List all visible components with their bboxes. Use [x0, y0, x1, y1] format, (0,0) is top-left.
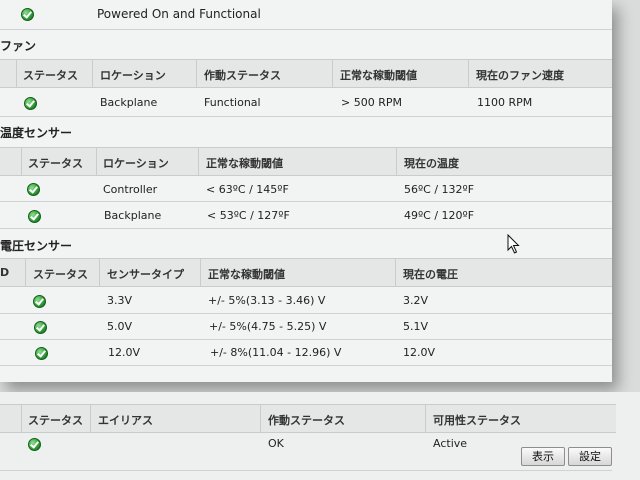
volt-header-status: ステータス: [33, 268, 88, 281]
environment-panel: Powered On and Functional ファン ステータス ロケーシ…: [0, 0, 612, 382]
temp-threshold: < 53ºC / 127ºF: [207, 209, 290, 222]
status-ok-icon: [24, 97, 37, 110]
status-ok-icon: [33, 295, 46, 308]
status-ok-icon: [21, 8, 34, 21]
temp-header-status: ステータス: [28, 157, 83, 170]
column-separator: [332, 60, 333, 87]
status-ok-icon: [28, 438, 41, 451]
volt-header-current: 現在の電圧: [403, 268, 458, 281]
disk-table-header: ステータス エイリアス 作動ステータス 可用性ステータス: [0, 404, 616, 433]
divider: [0, 339, 612, 340]
volt-header-type: センサータイプ: [107, 268, 184, 281]
column-separator: [198, 148, 199, 175]
status-ok-icon: [34, 321, 47, 334]
column-separator: [196, 60, 197, 87]
temp-header-location: ロケーション: [103, 157, 169, 170]
fans-header-status: ステータス: [23, 69, 78, 82]
column-separator: [395, 259, 396, 286]
temp-threshold: < 63ºC / 145ºF: [206, 183, 289, 196]
column-separator: [92, 60, 93, 87]
column-separator: [96, 148, 97, 175]
temperature-section-title: 温度センサー: [0, 126, 73, 140]
power-status-text: Powered On and Functional: [97, 7, 261, 21]
column-separator: [396, 148, 397, 175]
column-separator: [468, 60, 469, 87]
voltage-table-header: D ステータス センサータイプ 正常な稼動閾値 現在の電圧: [0, 258, 612, 287]
fans-header-threshold: 正常な稼動閾値: [340, 69, 417, 82]
temp-header-threshold: 正常な稼動閾値: [206, 157, 283, 170]
temp-current: 56ºC / 132ºF: [404, 183, 475, 196]
divider: [0, 228, 612, 229]
fan-operational: Functional: [204, 96, 261, 109]
divider: [0, 29, 612, 30]
fans-header-operational: 作動ステータス: [204, 69, 281, 82]
column-separator: [21, 405, 22, 432]
disk-operational: OK: [268, 437, 284, 450]
temperature-table-header: ステータス ロケーション 正常な稼動閾値 現在の温度: [0, 147, 612, 176]
column-separator: [200, 259, 201, 286]
divider: [0, 365, 612, 366]
volt-threshold: +/- 8%(11.04 - 12.96) V: [210, 346, 342, 359]
volt-current: 5.1V: [403, 320, 429, 333]
mouse-pointer-icon: [507, 234, 520, 254]
volt-header-threshold: 正常な稼動閾値: [208, 268, 285, 281]
show-button[interactable]: 表示: [521, 447, 565, 466]
temp-location: Backplane: [104, 209, 162, 222]
disk-header-alias: エイリアス: [98, 414, 153, 427]
voltage-section-title: 電圧センサー: [0, 239, 73, 253]
column-separator: [260, 405, 261, 432]
status-ok-icon: [35, 347, 48, 360]
column-separator: [21, 148, 22, 175]
fan-location: Backplane: [100, 96, 158, 109]
status-ok-icon: [28, 210, 41, 223]
column-separator: [425, 405, 426, 432]
status-ok-icon: [27, 183, 40, 196]
settings-button[interactable]: 設定: [568, 447, 612, 466]
divider: [0, 313, 612, 314]
disk-panel: ステータス エイリアス 作動ステータス 可用性ステータス: [0, 392, 640, 480]
temp-current: 49ºC / 120ºF: [404, 209, 475, 222]
column-separator: [25, 259, 26, 286]
temp-header-current: 現在の温度: [404, 157, 459, 170]
disk-header-availability: 可用性ステータス: [433, 414, 521, 427]
divider: [0, 201, 612, 202]
fan-threshold: > 500 RPM: [341, 96, 402, 109]
divider: [0, 116, 612, 117]
fans-header-speed: 現在のファン速度: [476, 69, 564, 82]
disk-availability: Active: [433, 437, 468, 450]
disk-header-operational: 作動ステータス: [268, 414, 345, 427]
column-separator: [90, 405, 91, 432]
column-separator: [16, 60, 17, 87]
volt-header-id: D: [0, 266, 10, 279]
volt-type: 3.3V: [107, 294, 133, 307]
column-separator: [99, 259, 100, 286]
volt-type: 12.0V: [108, 346, 141, 359]
volt-current: 12.0V: [403, 346, 436, 359]
temp-location: Controller: [103, 183, 158, 196]
fans-header-location: ロケーション: [100, 69, 166, 82]
volt-current: 3.2V: [403, 294, 429, 307]
disk-header-status: ステータス: [28, 414, 83, 427]
divider: [0, 470, 612, 471]
volt-threshold: +/- 5%(3.13 - 3.46) V: [208, 294, 326, 307]
fans-section-title: ファン: [0, 39, 37, 53]
volt-type: 5.0V: [107, 320, 133, 333]
volt-threshold: +/- 5%(4.75 - 5.25) V: [209, 320, 327, 333]
fan-speed: 1100 RPM: [477, 96, 533, 109]
